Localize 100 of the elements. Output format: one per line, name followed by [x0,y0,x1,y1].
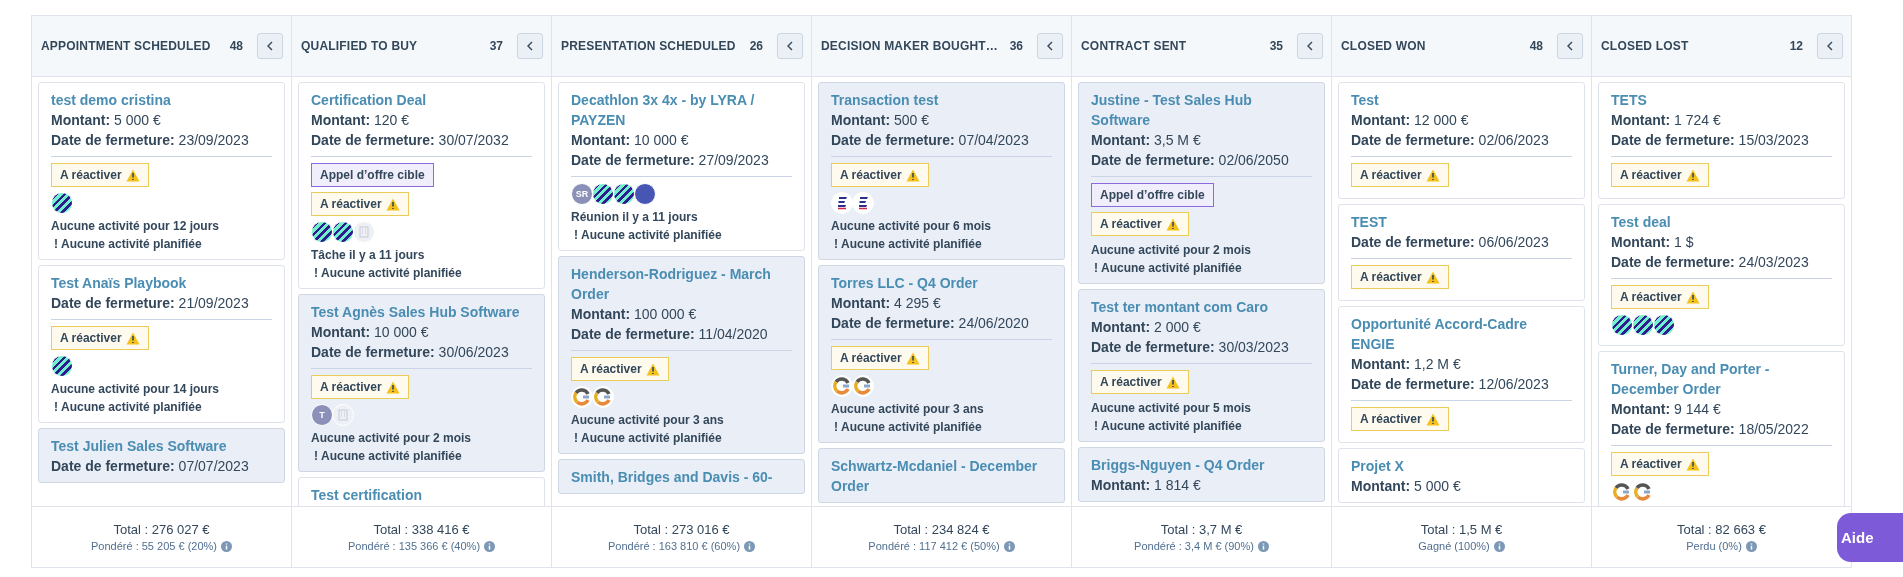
deal-title[interactable]: Opportunité Accord-Cadre ENGIE [1351,314,1572,354]
deal-field: Date de fermeture: 21/09/2023 [51,293,272,313]
deal-card[interactable]: Test Montant: 12 000 € Date de fermeture: 02/06/2023 A réactiver [1338,82,1585,199]
alert-mark: ! [54,399,58,416]
total-amount: Total : 273 016 € [633,522,730,537]
warning-icon [1685,457,1700,471]
activity-text: Aucune activité pour 12 jours [51,218,221,235]
deal-title[interactable]: Test ter montant com Caro [1091,297,1312,317]
deal-title[interactable]: Turner, Day and Porter - December Order [1611,359,1832,399]
info-icon[interactable] [484,540,496,552]
collapse-button[interactable] [517,33,543,59]
deal-card[interactable]: Schwartz-Mcdaniel - December Order [818,448,1065,503]
activity-text: Réunion il y a 11 jours [571,209,699,226]
activity-text: Aucune activité planifiée [321,448,462,465]
deal-field: Montant: 1 $ [1611,232,1832,252]
deal-title[interactable]: Projet X [1351,456,1572,476]
deal-card[interactable]: Opportunité Accord-Cadre ENGIE Montant: 1,2 M € Date de fermeture: 12/06/2023 A réactiver [1338,306,1585,443]
deal-card[interactable]: Turner, Day and Porter - December Order Montant: 9 144 € Date de fermeture: 18/05/2022 A réactiver [1598,351,1845,506]
weighted-amount: Pondéré : 135 366 € (40%) [347,540,481,552]
collapse-button[interactable] [1297,33,1323,59]
deal-card[interactable]: Briggs-Nguyen - Q4 Order Montant: 1 814 € [1078,447,1325,502]
deal-card[interactable]: Torres LLC - Q4 Order Montant: 4 295 € Date de fermeture: 24/06/2020 A réactiver Aucune activité pour 3 ans ! Aucune activité planifiée [818,265,1065,443]
avatar-icon [332,221,354,243]
deal-title[interactable]: Schwartz-Mcdaniel - December Order [831,456,1052,496]
deal-title[interactable]: Henderson-Rodriguez - March Order [571,264,792,304]
info-icon[interactable] [1493,540,1505,552]
deal-field: Date de fermeture: 23/09/2023 [51,130,272,150]
deal-card[interactable]: TETS Montant: 1 724 € Date de fermeture: 15/03/2023 A réactiver [1598,82,1845,199]
reactivate-tag: A réactiver [831,346,929,370]
activity-text: Aucune activité pour 3 ans [571,412,725,429]
deal-title[interactable]: Test Julien Sales Software [51,436,272,456]
activity-text: Tâche il y a 11 jours [311,247,426,264]
warning-icon [645,362,660,376]
total-amount: Total : 82 663 € [1677,522,1766,537]
deal-field: Date de fermeture: 30/06/2023 [311,342,532,362]
deal-field: Montant: 10 000 € [571,130,792,150]
deal-title[interactable]: Test certification [311,485,532,505]
alert-mark: ! [574,227,578,244]
deal-card[interactable]: Test ter montant com Caro Montant: 2 000 € Date de fermeture: 30/03/2023 A réactiver Aucune activité pour 5 mois ! Aucune activité planifiée [1078,289,1325,442]
deal-title[interactable]: Decathlon 3x 4x - by LYRA / PAYZEN [571,90,792,130]
deal-card[interactable]: Test deal Montant: 1 $ Date de fermeture: 24/03/2023 A réactiver [1598,204,1845,346]
collapse-button[interactable] [1557,33,1583,59]
deal-field: Date de fermeture: 06/06/2023 [1351,232,1572,252]
deal-field: Date de fermeture: 27/09/2023 [571,150,792,170]
deal-card[interactable]: test demo cristina Montant: 5 000 € Date de fermeture: 23/09/2023 A réactiver Aucune activité pour 12 jours ! Aucune activité planifiée [38,82,285,260]
warning-icon [1425,168,1440,182]
collapse-button[interactable] [257,33,283,59]
help-button[interactable]: Aide [1837,513,1903,562]
deal-title[interactable]: Test deal [1611,212,1832,232]
deal-card[interactable]: Certification Deal Montant: 120 € Date de fermeture: 30/07/2032 Appel d’offre cible A réactiver Tâche il y a 11 jours ! Aucune activité planifiée [298,82,545,289]
deal-field: Montant: 120 € [311,110,532,130]
deal-title[interactable]: TETS [1611,90,1832,110]
warning-icon [905,168,920,182]
deal-card[interactable]: TEST Date de fermeture: 06/06/2023 A réactiver [1338,204,1585,301]
info-icon[interactable] [744,540,756,552]
warning-icon [385,380,400,394]
deal-card[interactable]: Test Julien Sales Software Date de fermeture: 07/07/2023 [38,428,285,483]
deal-title[interactable]: test demo cristina [51,90,272,110]
warning-icon [1165,375,1180,389]
deal-title[interactable]: Certification Deal [311,90,532,110]
collapse-button[interactable] [1817,33,1843,59]
reactivate-tag: A réactiver [1611,452,1709,476]
deal-card[interactable]: Test Agnès Sales Hub Software Montant: 10 000 € Date de fermeture: 30/06/2023 A réactiver T Aucune activité pour 2 mois ! Aucune activité planifiée [298,294,545,472]
deal-card[interactable]: Henderson-Rodriguez - March Order Montant: 100 000 € Date de fermeture: 11/04/2020 A réactiver Aucune activité pour 3 ans ! Aucune activité planifiée [558,256,805,454]
deal-field: Montant: 5 000 € [1351,476,1572,496]
deal-title[interactable]: Briggs-Nguyen - Q4 Order [1091,455,1312,475]
reactivate-tag: A réactiver [1351,163,1449,187]
deal-field: Date de fermeture: 12/06/2023 [1351,374,1572,394]
deal-card[interactable]: Test certification [298,477,545,506]
deal-field: Date de fermeture: 30/03/2023 [1091,337,1312,357]
deal-title[interactable]: TEST [1351,212,1572,232]
logo-icon [831,375,853,397]
info-icon[interactable] [221,540,232,552]
deal-title[interactable]: Smith, Bridges and Davis - 60- [571,467,792,487]
deal-title[interactable]: Torres LLC - Q4 Order [831,273,1052,293]
avatar-icon [1611,314,1633,336]
weighted-amount: Pondéré : 163 810 € (60%) [607,540,741,552]
deal-card[interactable]: Smith, Bridges and Davis - 60- [558,459,805,494]
deal-card[interactable]: Justine - Test Sales Hub Software Montant: 3,5 M € Date de fermeture: 02/06/2050 Appel d’offre cible A réactiver Aucune activité pour 2 mois ! Aucune activité planifiée [1078,82,1325,284]
total-amount: Total : 338 416 € [373,522,470,537]
deal-title[interactable]: Test [1351,90,1572,110]
deal-card[interactable]: Decathlon 3x 4x - by LYRA / PAYZEN Montant: 10 000 € Date de fermeture: 27/09/2023 SR Réunion il y a 11 jours ! Aucune activité planifiée [558,82,805,251]
reactivate-tag: A réactiver [571,357,669,381]
deal-field: Date de fermeture: 11/04/2020 [571,324,792,344]
warning-icon [1685,168,1700,182]
info-icon[interactable] [1003,540,1015,552]
info-icon[interactable] [1745,540,1757,552]
deal-title[interactable]: Transaction test [831,90,1052,110]
deal-card[interactable]: Transaction test Montant: 500 € Date de fermeture: 07/04/2023 A réactiver Aucune activité pour 6 mois ! Aucune activité planifiée [818,82,1065,260]
deal-title[interactable]: Justine - Test Sales Hub Software [1091,90,1312,130]
info-icon[interactable] [1257,540,1269,552]
alert-mark: ! [314,265,318,282]
deal-card[interactable]: Test Anaïs Playbook Date de fermeture: 21/09/2023 A réactiver Aucune activité pour 14 jours ! Aucune activité planifiée [38,265,285,423]
deal-title[interactable]: Test Agnès Sales Hub Software [311,302,532,322]
deal-field: Date de fermeture: 07/04/2023 [831,130,1052,150]
deal-title[interactable]: Test Anaïs Playbook [51,273,272,293]
deal-card[interactable]: Projet X Montant: 5 000 € [1338,448,1585,503]
deal-field: Montant: 5 000 € [51,110,272,130]
collapse-button[interactable] [777,33,803,59]
collapse-button[interactable] [1037,33,1063,59]
